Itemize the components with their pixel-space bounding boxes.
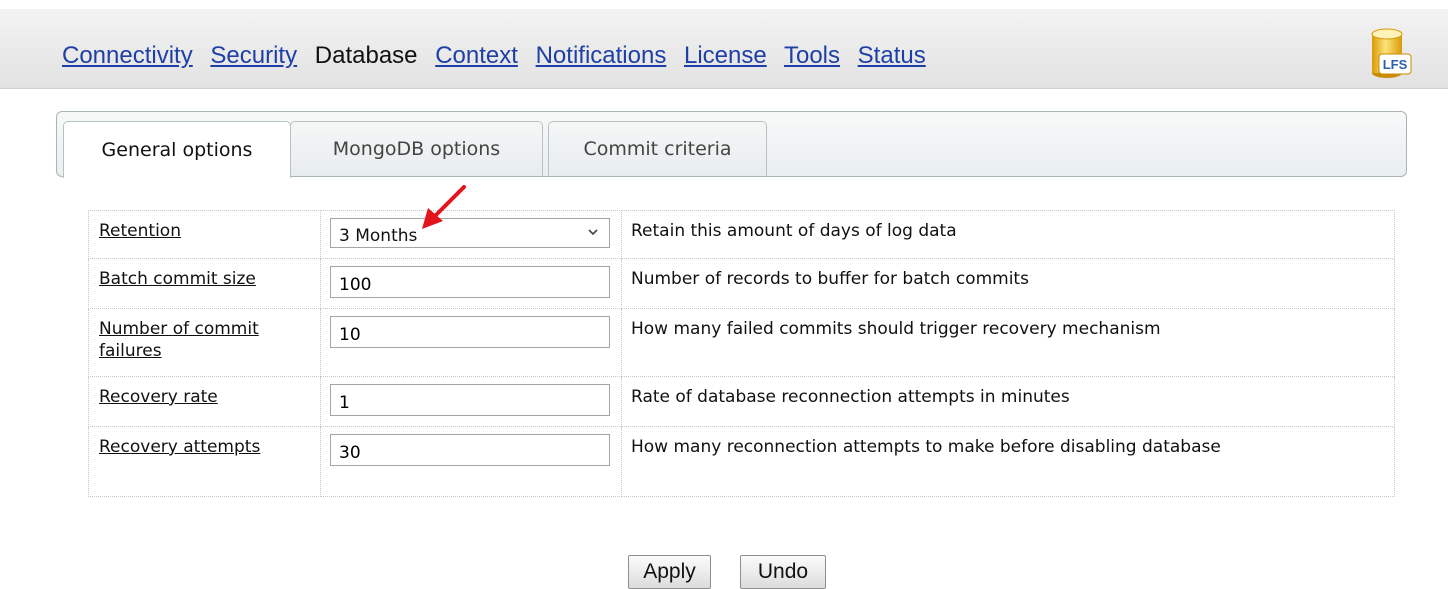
table-row: Recovery attempts How many reconnection … [88,426,1395,497]
commit-failures-label[interactable]: Number of commit failures [99,319,259,361]
nav-license[interactable]: License [684,42,767,69]
table-row: Retention 3 Months Retain this amount of… [88,210,1395,259]
batch-commit-size-label[interactable]: Batch commit size [99,269,256,289]
retention-label[interactable]: Retention [99,221,181,241]
database-cylinder-icon: LFS [1371,28,1412,78]
nav-status[interactable]: Status [858,42,926,69]
recovery-attempts-label[interactable]: Recovery attempts [99,437,260,457]
tab-commit-criteria[interactable]: Commit criteria [548,121,767,176]
table-row: Batch commit size Number of records to b… [88,258,1395,309]
recovery-attempts-input[interactable] [330,434,610,466]
nav-context[interactable]: Context [435,42,518,69]
main-nav: Connectivity Security Database Context N… [62,42,937,70]
nav-connectivity[interactable]: Connectivity [62,42,193,69]
batch-commit-size-input[interactable] [330,266,610,298]
settings-table: Retention 3 Months Retain this amount of… [88,210,1395,497]
nav-database-active: Database [314,42,418,69]
tab-panel: General options MongoDB options Commit c… [56,111,1407,178]
retention-selected-value: 3 Months [339,226,418,246]
table-row: Number of commit failures How many faile… [88,308,1395,377]
retention-description: Retain this amount of days of log data [621,210,1395,259]
recovery-rate-input[interactable] [330,384,610,416]
logo-text: LFS [1383,57,1408,72]
undo-button[interactable]: Undo [740,555,826,589]
annotation-arrow-icon [422,185,466,229]
commit-failures-description: How many failed commits should trigger r… [621,308,1395,377]
tab-general-options[interactable]: General options [63,121,291,178]
batch-commit-size-description: Number of records to buffer for batch co… [621,258,1395,309]
nav-security[interactable]: Security [210,42,297,69]
chevron-down-icon [588,229,598,236]
nav-tools[interactable]: Tools [784,42,840,69]
apply-button[interactable]: Apply [628,555,711,589]
top-nav-bar: Connectivity Security Database Context N… [0,9,1448,89]
recovery-rate-description: Rate of database reconnection attempts i… [621,376,1395,427]
nav-notifications[interactable]: Notifications [536,42,667,69]
recovery-rate-label[interactable]: Recovery rate [99,387,218,407]
commit-failures-input[interactable] [330,316,610,348]
table-row: Recovery rate Rate of database reconnect… [88,376,1395,427]
tab-mongodb-options[interactable]: MongoDB options [290,121,543,176]
recovery-attempts-description: How many reconnection attempts to make b… [621,426,1395,497]
